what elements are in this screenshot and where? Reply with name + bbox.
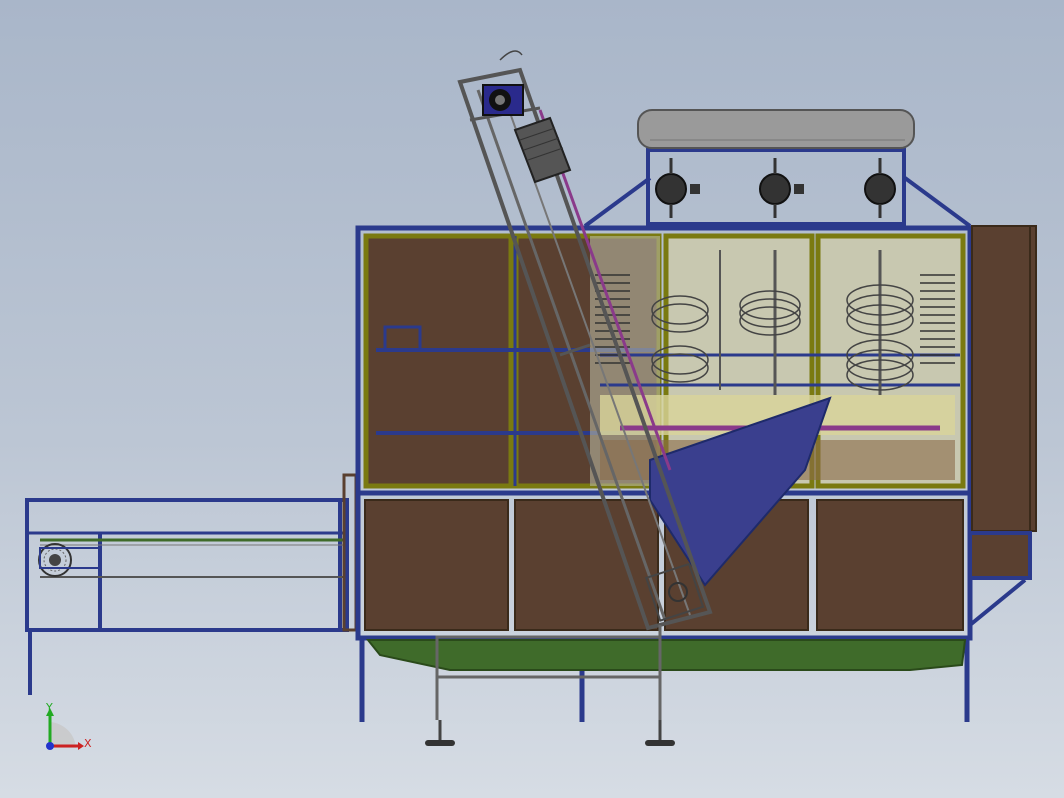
cad-viewport[interactable]: X Y — [0, 0, 1064, 798]
machine-model-drawing: X Y — [25, 50, 1037, 750]
vacuum-cylinder-1 — [655, 158, 700, 218]
vacuum-cylinder-3 — [864, 158, 896, 218]
outfeed-conveyor — [25, 473, 358, 695]
vacuum-cylinder-2 — [759, 158, 804, 218]
triad-z-axis — [46, 742, 54, 750]
triad-y-label: Y — [45, 701, 53, 714]
side-electrical-cabinet — [968, 225, 1037, 627]
triad-x-label: X — [84, 737, 92, 750]
top-vacuum-assembly — [583, 109, 972, 228]
coordinate-triad: X Y — [45, 701, 92, 750]
base-tray — [365, 639, 967, 671]
